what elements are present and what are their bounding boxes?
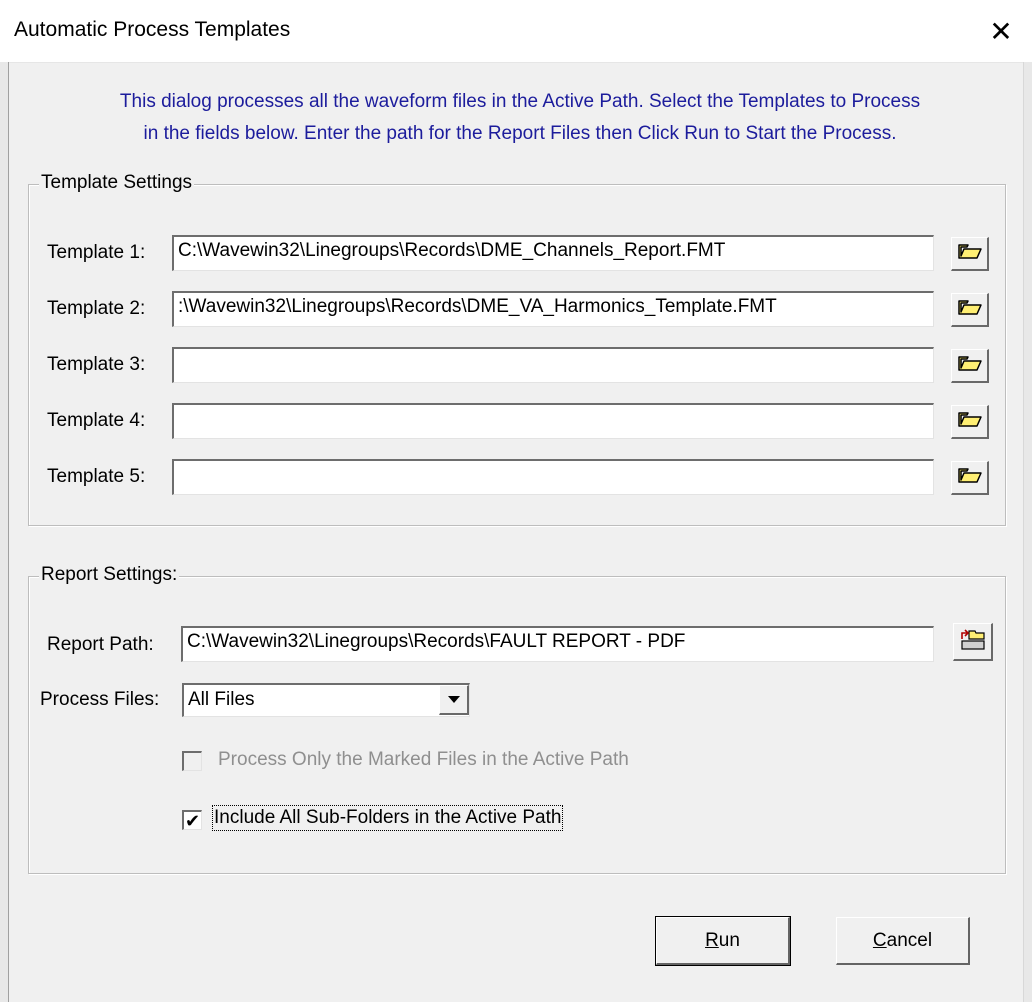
- template-4-label: Template 4:: [47, 410, 146, 431]
- title-bar: Automatic Process Templates ✕: [0, 0, 1032, 63]
- intro-line-1: This dialog processes all the waveform f…: [119, 91, 921, 112]
- close-icon: ✕: [989, 15, 1013, 47]
- template-3-input[interactable]: [172, 347, 934, 383]
- run-button[interactable]: Run: [655, 916, 791, 966]
- marked-files-label: Process Only the Marked Files in the Act…: [218, 749, 629, 770]
- report-settings-legend: Report Settings:: [39, 564, 180, 586]
- browse-folder-icon: [960, 627, 986, 657]
- cancel-button[interactable]: Cancel: [836, 917, 970, 965]
- open-folder-icon: [957, 410, 982, 434]
- report-path-input[interactable]: C:\Wavewin32\Linegroups\Records\FAULT RE…: [181, 626, 934, 662]
- template-4-browse-button[interactable]: [951, 405, 989, 439]
- intro-line-2: in the fields below. Enter the path for …: [143, 123, 897, 144]
- template-5-label: Template 5:: [47, 466, 146, 487]
- template-1-label: Template 1:: [47, 242, 146, 263]
- template-2-browse-button[interactable]: [951, 293, 989, 327]
- marked-files-checkbox[interactable]: [182, 751, 202, 771]
- open-folder-icon: [957, 466, 982, 490]
- report-path-label: Report Path:: [47, 634, 154, 655]
- template-2-label: Template 2:: [47, 298, 146, 319]
- chevron-down-icon: [447, 695, 460, 703]
- template-5-browse-button[interactable]: [951, 461, 989, 495]
- report-path-browse-button[interactable]: [953, 623, 993, 661]
- report-settings-group: Report Settings:: [28, 564, 1006, 874]
- cancel-label-rest: ancel: [886, 929, 933, 951]
- template-4-input[interactable]: [172, 403, 934, 439]
- template-3-browse-button[interactable]: [951, 349, 989, 383]
- open-folder-icon: [957, 298, 982, 322]
- subfolders-checkbox[interactable]: ✔: [182, 810, 202, 830]
- template-3-label: Template 3:: [47, 354, 146, 375]
- process-files-label: Process Files:: [40, 689, 160, 710]
- subfolders-label: Include All Sub-Folders in the Active Pa…: [211, 805, 564, 831]
- window-frame-left: [0, 62, 9, 1002]
- open-folder-icon: [957, 242, 982, 266]
- window-title: Automatic Process Templates: [14, 18, 291, 41]
- checkmark-icon: ✔: [184, 810, 201, 831]
- cancel-mnemonic: C: [872, 929, 887, 951]
- template-1-input[interactable]: C:\Wavewin32\Linegroups\Records\DME_Chan…: [172, 235, 934, 271]
- close-button[interactable]: ✕: [970, 0, 1032, 62]
- run-label-rest: un: [718, 929, 740, 951]
- dropdown-arrow[interactable]: [439, 685, 469, 715]
- template-5-input[interactable]: [172, 459, 934, 495]
- template-settings-legend: Template Settings: [39, 172, 195, 194]
- process-files-value: All Files: [188, 689, 255, 710]
- template-2-input[interactable]: :\Wavewin32\Linegroups\Records\DME_VA_Ha…: [172, 291, 934, 327]
- template-1-browse-button[interactable]: [951, 237, 989, 271]
- window-frame-right: [1023, 62, 1032, 1002]
- intro-text: This dialog processes all the waveform f…: [60, 86, 980, 150]
- process-files-select[interactable]: All Files: [182, 683, 470, 717]
- run-mnemonic: R: [705, 929, 719, 951]
- open-folder-icon: [957, 354, 982, 378]
